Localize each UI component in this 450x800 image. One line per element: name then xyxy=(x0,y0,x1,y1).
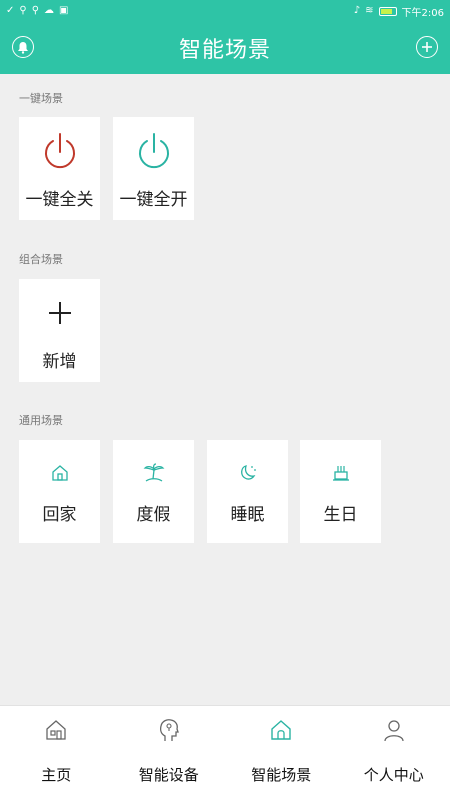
bell-icon xyxy=(18,41,28,54)
page-title: 智能场景 xyxy=(178,38,271,63)
scene-label: 一键全开 xyxy=(119,190,188,210)
battery-icon xyxy=(378,6,397,16)
nav-label: 主页 xyxy=(41,766,72,784)
power-icon xyxy=(138,133,169,169)
scene-home-icon xyxy=(271,720,291,740)
plus-icon xyxy=(48,302,71,324)
cake-icon xyxy=(332,466,349,481)
scene-label: 生日 xyxy=(323,505,358,525)
nav-item-home[interactable]: 主页 xyxy=(0,706,113,800)
status-time: 下午2:06 xyxy=(401,7,444,19)
power-icon xyxy=(44,133,75,169)
palm-tree-icon xyxy=(143,463,164,482)
notification-button[interactable] xyxy=(12,36,34,58)
status-right: ♪ ≋ 下午2:06 xyxy=(354,4,444,19)
scene-card-sleep[interactable]: 睡眠 xyxy=(207,440,288,543)
scene-label: 回家 xyxy=(42,505,77,525)
nav-label: 智能设备 xyxy=(138,766,199,784)
section-title-combo: 组合场景 xyxy=(19,253,63,266)
nav-item-smart-devices[interactable]: 智能设备 xyxy=(113,706,226,800)
nav-item-smart-scenes[interactable]: 智能场景 xyxy=(225,706,338,800)
home-icon xyxy=(51,465,68,481)
scene-label: 度假 xyxy=(136,505,171,525)
home-icon xyxy=(46,720,66,740)
section-title-one-key: 一键场景 xyxy=(19,92,63,105)
app-root: ✓ ⚲ ⚲ ☁ ▣ ♪ ≋ 下午2:06 智能场景 一键场景 一键全关 一键全开… xyxy=(0,0,450,800)
usb-icon: ⚲ xyxy=(19,5,27,16)
scene-label: 睡眠 xyxy=(230,505,265,525)
header: 智能场景 xyxy=(0,22,450,74)
section-title-common: 通用场景 xyxy=(19,414,63,427)
scene-label: 新增 xyxy=(42,352,77,372)
scene-card-all-off[interactable]: 一键全关 xyxy=(19,117,100,220)
person-icon xyxy=(384,720,404,742)
usb-icon: ⚲ xyxy=(31,5,40,16)
wifi-icon: ≋ xyxy=(365,5,374,16)
plus-icon xyxy=(422,42,432,52)
scene-label: 一键全关 xyxy=(25,190,94,210)
nav-label: 智能场景 xyxy=(251,766,312,784)
mute-icon: ♪ xyxy=(353,5,361,16)
shield-icon: ▣ xyxy=(59,5,69,16)
nav-item-profile[interactable]: 个人中心 xyxy=(338,706,450,800)
scene-card-home[interactable]: 回家 xyxy=(19,440,100,543)
status-bar: ✓ ⚲ ⚲ ☁ ▣ ♪ ≋ 下午2:06 xyxy=(0,0,450,22)
vine-icon: ✓ xyxy=(6,5,15,16)
smart-head-icon xyxy=(159,719,179,741)
nav-label: 个人中心 xyxy=(363,766,424,784)
scene-card-all-on[interactable]: 一键全开 xyxy=(113,117,194,220)
bottom-nav: 主页 智能设备 智能场景 个人中心 xyxy=(0,705,450,800)
scene-card-birthday[interactable]: 生日 xyxy=(300,440,381,543)
add-combo-scene-card[interactable]: 新增 xyxy=(19,279,100,382)
status-left: ✓ ⚲ ⚲ ☁ ▣ xyxy=(6,6,69,16)
scene-card-vacation[interactable]: 度假 xyxy=(113,440,194,543)
cloud-icon: ☁ xyxy=(44,5,55,16)
moon-icon xyxy=(240,465,256,480)
add-scene-button[interactable] xyxy=(416,36,438,58)
